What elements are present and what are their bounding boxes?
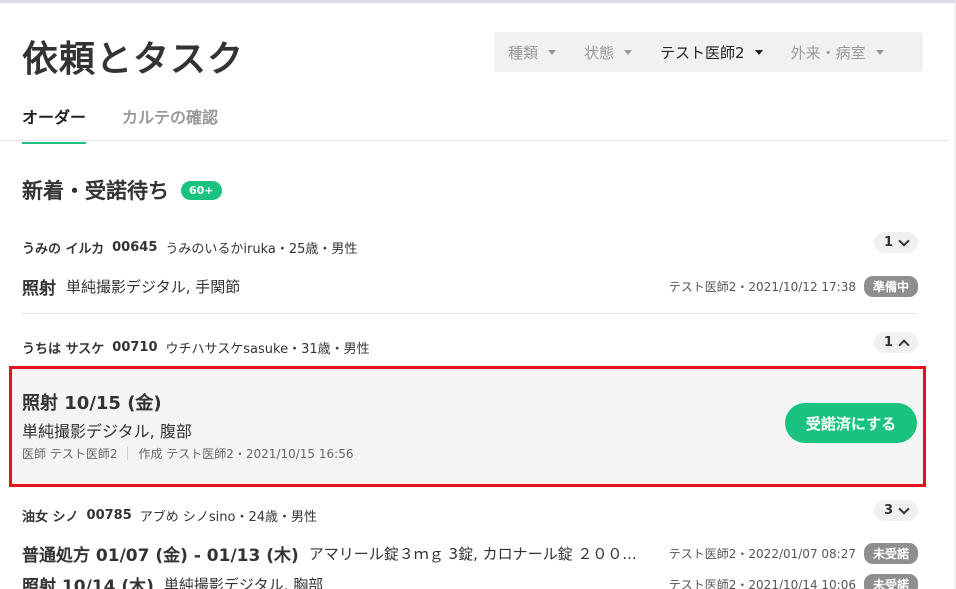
patient-header: うみの イルカ 00645 うみのいるかiruka・25歳・男性 1: [22, 232, 918, 257]
accept-button[interactable]: 受諾済にする: [785, 403, 917, 443]
filter-bar: 種類 状態 テスト医師2 外来・病室: [494, 32, 923, 72]
order-row[interactable]: 普通処方 01/07 (金) - 01/13 (木) アマリール錠３ｍｇ 3錠,…: [22, 541, 918, 566]
patient-header: 油女 シノ 00785 アブめ シノsino・24歳・男性 3: [22, 500, 918, 525]
filter-type[interactable]: 種類: [508, 42, 557, 63]
order-meta: テスト医師2・2021/10/14 10:06: [668, 578, 856, 589]
detail-created: 作成 テスト医師2・2021/10/15 16:56: [138, 447, 354, 461]
order-meta: テスト医師2・2021/10/12 17:38: [668, 280, 856, 294]
patient-id: 00645: [112, 240, 158, 255]
order-kind: 照射 10/14 (木): [22, 577, 154, 589]
detail-doctor: 医師 テスト医師2: [22, 447, 118, 461]
chevron-down-icon: [898, 234, 910, 247]
collapse-toggle[interactable]: 1: [873, 332, 918, 353]
order-row[interactable]: 照射 単純撮影デジタル, 手関節 テスト医師2・2021/10/12 17:38…: [22, 274, 918, 299]
top-border: [0, 0, 956, 3]
expand-toggle[interactable]: 3: [873, 500, 918, 521]
filter-doctor[interactable]: テスト医師2: [660, 42, 763, 63]
tab-bar: オーダー カルテの確認: [22, 104, 254, 144]
patient-header: うちは サスケ 00710 ウチハサスケsasuke・31歳・男性 1: [22, 332, 918, 357]
patient-meta: アブめ シノsino・24歳・男性: [139, 510, 318, 525]
tabs-divider: [0, 140, 948, 141]
status-badge: 未受諾: [863, 543, 918, 564]
chevron-down-icon: [898, 502, 910, 515]
detail-title: 照射 10/15 (金): [22, 393, 162, 414]
patient-meta: うみのいるかiruka・25歳・男性: [165, 242, 358, 257]
patient-name: うみの イルカ: [22, 242, 105, 257]
patient-name: 油女 シノ: [22, 510, 79, 525]
order-meta: テスト医師2・2022/01/07 08:27: [668, 547, 856, 561]
expand-toggle[interactable]: 1: [873, 232, 918, 253]
order-row[interactable]: 照射 10/14 (木) 単純撮影デジタル, 胸部 テスト医師2・2021/10…: [22, 572, 918, 589]
meta-separator: [127, 447, 129, 460]
order-kind: 普通処方 01/07 (金) - 01/13 (木): [22, 546, 299, 566]
section-title: 新着・受諾待ち: [22, 179, 169, 203]
order-desc: アマリール錠３ｍｇ 3錠, カロナール錠 ２００...: [308, 545, 637, 563]
filter-status[interactable]: 状態: [584, 42, 633, 63]
chevron-up-icon: [898, 338, 910, 351]
status-badge: 準備中: [863, 276, 918, 297]
filter-doctor-label: テスト医師2: [660, 43, 745, 62]
patient-name: うちは サスケ: [22, 342, 105, 357]
patient-meta: ウチハサスケsasuke・31歳・男性: [165, 342, 370, 357]
caret-down-icon: [754, 49, 763, 55]
patient-id: 00710: [112, 340, 158, 355]
order-count: 1: [883, 335, 893, 350]
order-count: 1: [883, 235, 893, 250]
tab-chart-review[interactable]: カルテの確認: [122, 104, 218, 144]
detail-meta: 医師 テスト医師2 作成 テスト医師2・2021/10/15 16:56: [22, 445, 353, 462]
count-badge: 60+: [181, 180, 222, 200]
filter-type-label: 種類: [508, 43, 539, 62]
detail-desc: 単純撮影デジタル, 腹部: [22, 422, 192, 441]
order-count: 3: [883, 503, 893, 518]
order-desc: 単純撮影デジタル, 手関節: [66, 278, 241, 296]
filter-location[interactable]: 外来・病室: [791, 42, 884, 63]
patient-id: 00785: [86, 508, 132, 523]
caret-down-icon: [624, 49, 633, 55]
caret-down-icon: [875, 49, 884, 55]
status-badge: 未受諾: [863, 574, 918, 589]
caret-down-icon: [548, 49, 557, 55]
page-title: 依頼とタスク: [22, 39, 245, 80]
tab-orders[interactable]: オーダー: [22, 104, 87, 144]
section-header: 新着・受諾待ち 60+: [22, 175, 222, 205]
order-desc: 単純撮影デジタル, 胸部: [163, 576, 324, 589]
order-detail-card[interactable]: 照射 10/15 (金) 単純撮影デジタル, 腹部 医師 テスト医師2 作成 テ…: [9, 366, 926, 487]
filter-status-label: 状態: [584, 43, 615, 62]
order-kind: 照射: [22, 279, 56, 299]
filter-location-label: 外来・病室: [790, 43, 866, 62]
row-divider: [22, 313, 918, 314]
